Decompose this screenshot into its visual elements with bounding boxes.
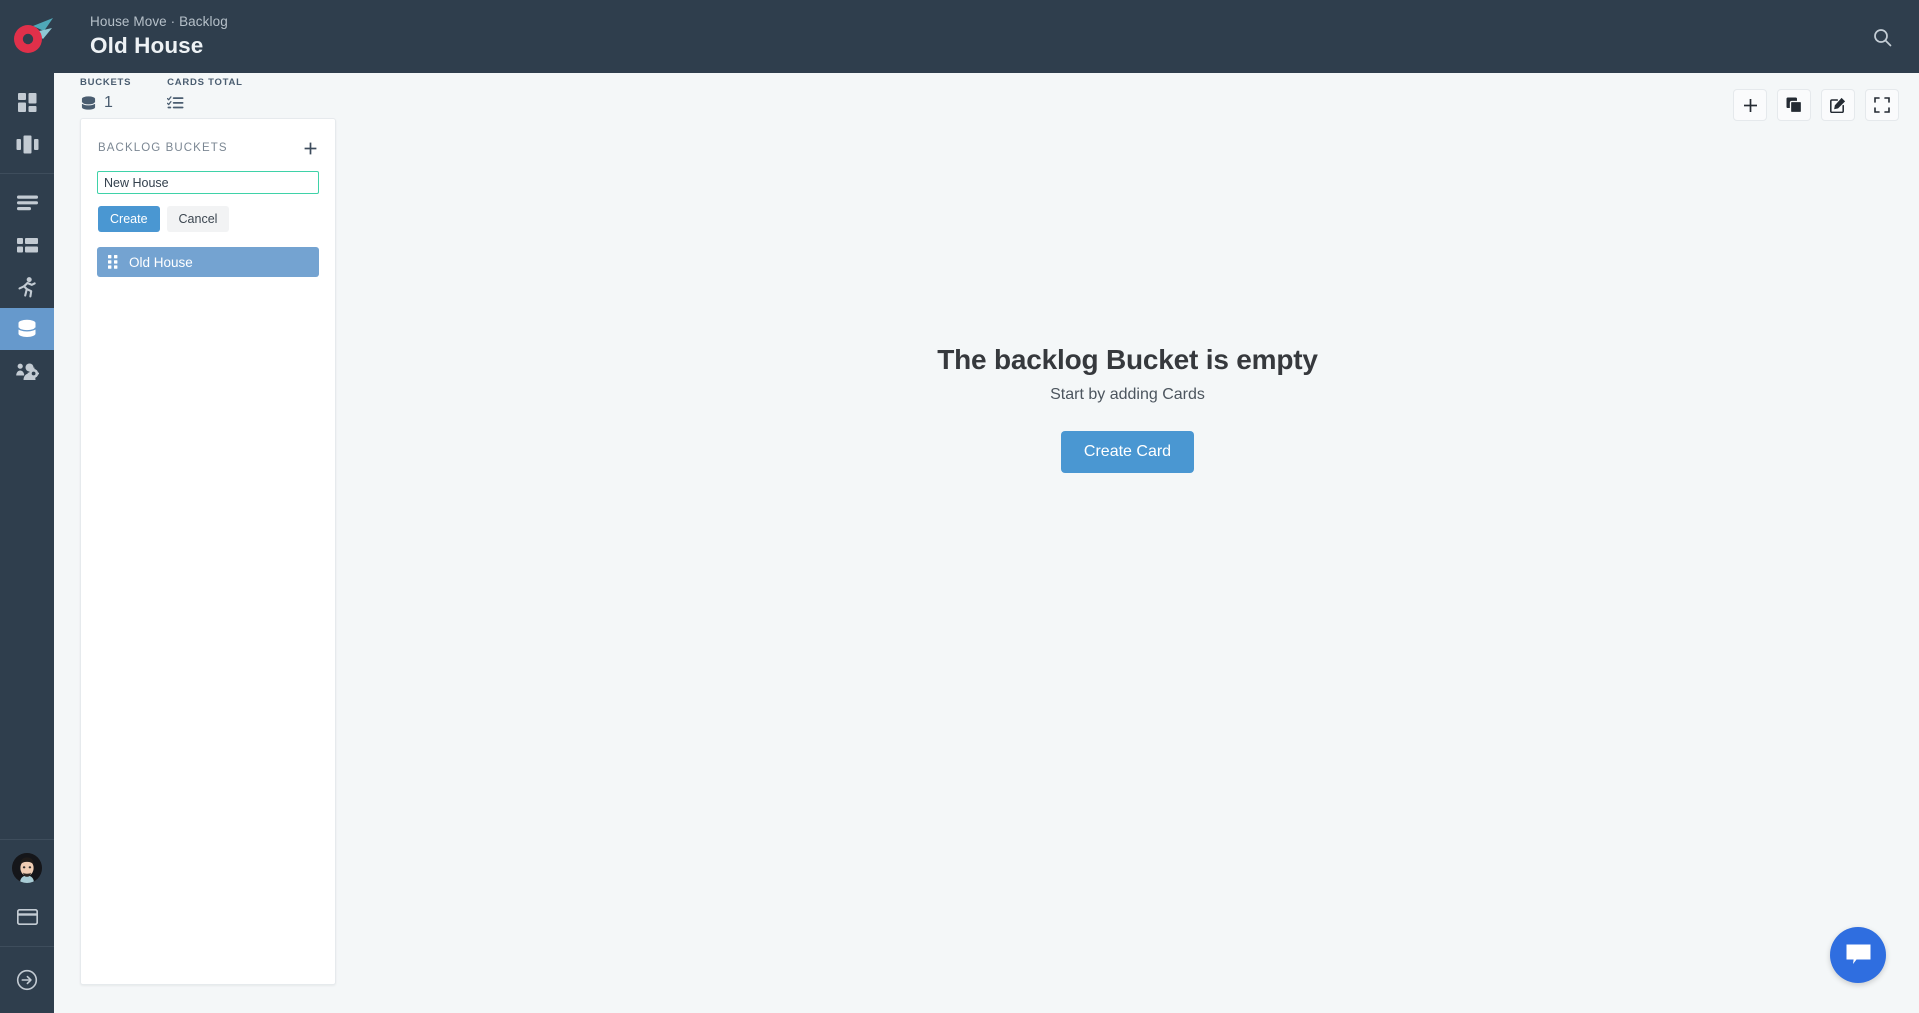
- rail-spacer-3: [0, 938, 54, 946]
- stat-buckets: BUCKETS 1: [80, 77, 131, 113]
- sidebar-item-activity[interactable]: [0, 266, 54, 308]
- empty-state-title: The backlog Bucket is empty: [937, 344, 1318, 375]
- bucket-name: Old House: [129, 254, 193, 270]
- empty-state: The backlog Bucket is empty Start by add…: [336, 118, 1919, 985]
- avatar: [12, 853, 42, 883]
- cancel-bucket-button[interactable]: Cancel: [166, 206, 230, 232]
- copy-stacked-squares-icon: [1786, 97, 1802, 113]
- top-bar: House Move · Backlog Old House: [0, 0, 1919, 73]
- credit-card-icon: [16, 909, 38, 925]
- add-button[interactable]: [1733, 89, 1767, 121]
- rail-spacer-1: [0, 165, 54, 173]
- list-item[interactable]: Old House: [97, 247, 319, 277]
- database-stack-icon: [17, 319, 37, 337]
- arrow-circle-right-icon: [16, 969, 38, 991]
- new-bucket-actions: Create Cancel: [98, 206, 335, 232]
- table-grid-icon: [16, 237, 38, 252]
- sidebar-item-profile[interactable]: [0, 840, 54, 896]
- app-logo[interactable]: [0, 0, 67, 73]
- page-title: Old House: [90, 33, 204, 58]
- list-lines-icon: [16, 195, 38, 211]
- stats-strip: BUCKETS 1 CARDS TOTAL: [54, 73, 1919, 119]
- stat-cards-total: CARDS TOTAL: [167, 77, 242, 113]
- sidebar-item-lists[interactable]: [0, 182, 54, 224]
- chat-bubble-icon: [1846, 944, 1870, 964]
- fullscreen-button[interactable]: [1865, 89, 1899, 121]
- create-bucket-button[interactable]: Create: [98, 206, 160, 232]
- sidebar: [0, 73, 54, 1013]
- stat-cards-total-label: CARDS TOTAL: [167, 77, 243, 88]
- panel-header: BACKLOG BUCKETS: [81, 119, 335, 157]
- sidebar-item-dashboard[interactable]: [0, 81, 54, 123]
- checklist-icon: [167, 96, 184, 109]
- sidebar-item-logout[interactable]: [0, 955, 54, 1005]
- sidebar-item-team-settings[interactable]: [0, 350, 54, 392]
- breadcrumb: House Move · Backlog: [90, 14, 228, 29]
- edit-button[interactable]: [1821, 89, 1855, 121]
- add-bucket-button[interactable]: [301, 139, 319, 157]
- title-block: House Move · Backlog Old House: [67, 14, 228, 59]
- expand-corners-icon: [1874, 97, 1890, 113]
- panel-title: BACKLOG BUCKETS: [98, 142, 228, 154]
- empty-state-subtitle: Start by adding Cards: [1050, 386, 1205, 403]
- sidebar-item-billing[interactable]: [0, 896, 54, 938]
- new-bucket-input[interactable]: [97, 171, 319, 194]
- plus-icon: [304, 142, 316, 154]
- search-icon: [1873, 28, 1891, 46]
- sidebar-item-boards[interactable]: [0, 123, 54, 165]
- grid-dashboard-icon: [17, 92, 36, 112]
- database-stack-icon: [81, 95, 96, 110]
- rail-spacer-bottom: [0, 1005, 54, 1013]
- rail-spacer-top: [0, 73, 54, 81]
- rail-spacer-4: [0, 947, 54, 955]
- plus-icon: [1743, 98, 1757, 112]
- stat-buckets-label: BUCKETS: [80, 77, 132, 88]
- running-person-icon: [18, 276, 36, 297]
- create-card-button[interactable]: Create Card: [1060, 431, 1195, 473]
- stat-buckets-count: 1: [104, 94, 113, 111]
- backlog-buckets-panel: BACKLOG BUCKETS Create Cancel: [80, 118, 336, 985]
- sidebar-item-backlog[interactable]: [0, 308, 54, 350]
- rail-spacer-2: [0, 174, 54, 182]
- bucket-list: Old House: [97, 247, 319, 277]
- sidebar-item-table[interactable]: [0, 224, 54, 266]
- stat-buckets-value-row: 1: [80, 93, 131, 113]
- search-button[interactable]: [1859, 14, 1905, 60]
- kanban-columns-icon: [16, 135, 38, 153]
- duplicate-button[interactable]: [1777, 89, 1811, 121]
- chat-support-button[interactable]: [1830, 927, 1886, 983]
- drag-handle-dots-icon[interactable]: [108, 255, 118, 269]
- logo-icon: [13, 17, 53, 53]
- stat-cards-total-value-row: [167, 93, 242, 113]
- rail-flex-spacer: [0, 392, 54, 839]
- users-gear-icon: [15, 363, 39, 380]
- board-toolbar: [1733, 89, 1899, 121]
- pencil-square-icon: [1830, 97, 1846, 113]
